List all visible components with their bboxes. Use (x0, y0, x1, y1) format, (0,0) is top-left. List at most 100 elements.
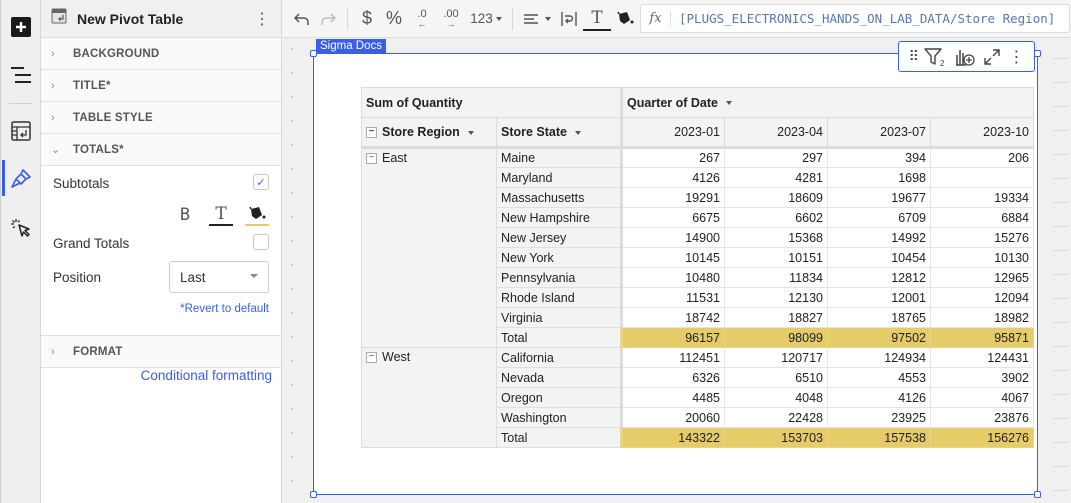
section-totals[interactable]: ⌄ TOTALS* (41, 134, 281, 166)
state-cell[interactable]: Oregon (496, 387, 622, 408)
text-color-icon[interactable]: T (209, 204, 233, 226)
value-cell[interactable]: 1698 (827, 167, 931, 188)
increase-decimals-icon[interactable]: .00 → (436, 5, 466, 33)
value-cell[interactable]: 10480 (620, 267, 725, 288)
value-cell[interactable]: 6602 (724, 207, 828, 228)
subtotal-cell[interactable]: 97502 (827, 327, 931, 348)
filter-icon[interactable]: 2 (924, 45, 946, 69)
value-cell[interactable]: 6675 (620, 207, 725, 228)
subtotal-cell[interactable]: 95871 (930, 327, 1034, 348)
state-cell[interactable]: New York (496, 247, 622, 268)
bold-icon[interactable]: B (173, 204, 197, 226)
text-color-icon[interactable]: T (583, 7, 611, 31)
value-cell[interactable]: 4048 (724, 387, 828, 408)
column-header[interactable]: 2023-01 (620, 117, 725, 149)
value-cell[interactable]: 267 (620, 147, 725, 168)
value-cell[interactable]: 12130 (724, 287, 828, 308)
collapse-icon[interactable]: − (366, 352, 377, 364)
column-field-header[interactable]: Quarter of Date (620, 87, 1034, 118)
value-cell[interactable]: 124934 (827, 347, 931, 368)
state-cell[interactable]: Rhode Island (496, 287, 622, 308)
value-cell[interactable]: 6326 (620, 367, 725, 388)
value-cell[interactable]: 15368 (724, 227, 828, 248)
value-cell[interactable]: 18742 (620, 307, 725, 328)
state-cell[interactable]: Washington (496, 407, 622, 428)
value-cell[interactable]: 18827 (724, 307, 828, 328)
row-field-store-region[interactable]: − Store Region (361, 117, 497, 149)
value-cell[interactable]: 15276 (930, 227, 1034, 248)
value-cell[interactable]: 11834 (724, 267, 828, 288)
element-tag[interactable]: Sigma Docs (316, 39, 386, 53)
value-cell[interactable]: 19677 (827, 187, 931, 208)
state-cell[interactable]: New Jersey (496, 227, 622, 248)
state-cell[interactable]: Pennsylvania (496, 267, 622, 288)
value-cell[interactable]: 112451 (620, 347, 725, 368)
percent-icon[interactable]: % (380, 5, 408, 33)
value-cell[interactable]: 14992 (827, 227, 931, 248)
section-title[interactable]: › TITLE* (41, 70, 281, 102)
subtotal-cell[interactable]: 96157 (620, 327, 725, 348)
state-cell[interactable]: Maryland (496, 167, 622, 188)
subtotal-cell[interactable]: 157538 (827, 427, 931, 448)
pivot-table-icon[interactable] (9, 119, 33, 143)
value-cell[interactable]: 120717 (724, 347, 828, 368)
value-cell[interactable]: 19334 (930, 187, 1034, 208)
value-cell[interactable]: 18765 (827, 307, 931, 328)
outline-icon[interactable] (9, 63, 33, 87)
value-cell[interactable]: 10454 (827, 247, 931, 268)
subtotal-cell[interactable]: 143322 (620, 427, 725, 448)
revert-to-default-link[interactable]: *Revert to default (180, 303, 269, 315)
number-format-dropdown[interactable]: 123 (466, 5, 506, 33)
subtotal-cell[interactable]: 156276 (930, 427, 1034, 448)
drag-handle-icon[interactable]: ⠿ (909, 45, 919, 69)
align-dropdown[interactable] (519, 5, 555, 33)
redo-icon[interactable] (315, 5, 341, 33)
undo-icon[interactable] (289, 5, 315, 33)
add-chart-icon[interactable] (954, 45, 976, 69)
decrease-decimals-icon[interactable]: .0 ← (408, 5, 436, 33)
value-cell[interactable]: 23925 (827, 407, 931, 428)
formula-input[interactable]: [PLUGS_ELECTRONICS_HANDS_ON_LAB_DATA/Sto… (671, 11, 1055, 26)
value-cell[interactable]: 22428 (724, 407, 828, 428)
state-cell[interactable]: California (496, 347, 622, 368)
expand-icon[interactable] (983, 45, 1001, 69)
value-cell[interactable]: 23876 (930, 407, 1034, 428)
value-cell[interactable]: 18609 (724, 187, 828, 208)
state-cell[interactable]: New Hampshire (496, 207, 622, 228)
value-cell[interactable]: 14900 (620, 227, 725, 248)
resize-handle[interactable] (1034, 491, 1041, 498)
value-cell[interactable]: 12001 (827, 287, 931, 308)
value-cell[interactable]: 12094 (930, 287, 1034, 308)
more-options-icon[interactable]: ⋮ (1008, 45, 1024, 69)
value-cell[interactable]: 20060 (620, 407, 725, 428)
value-cell[interactable]: 124431 (930, 347, 1034, 368)
fill-color-icon[interactable] (245, 204, 269, 226)
state-cell[interactable]: Maine (496, 147, 622, 168)
value-cell[interactable]: 4485 (620, 387, 725, 408)
resize-handle[interactable] (310, 491, 317, 498)
resize-handle[interactable] (1034, 50, 1041, 57)
value-cell[interactable]: 394 (827, 147, 931, 168)
caret-down-icon[interactable] (467, 130, 474, 135)
value-cell[interactable]: 6510 (724, 367, 828, 388)
value-cell[interactable]: 297 (724, 147, 828, 168)
state-cell[interactable]: Massachusetts (496, 187, 622, 208)
value-cell[interactable]: 4126 (827, 387, 931, 408)
collapse-icon[interactable]: − (366, 127, 377, 139)
column-header[interactable]: 2023-10 (930, 117, 1034, 149)
currency-icon[interactable]: $ (354, 5, 380, 33)
subtotal-cell[interactable]: 153703 (724, 427, 828, 448)
subtotals-checkbox[interactable]: ✓ (253, 174, 269, 190)
value-cell[interactable]: 10145 (620, 247, 725, 268)
column-header[interactable]: 2023-07 (827, 117, 931, 149)
grand-totals-checkbox[interactable] (253, 234, 269, 250)
value-cell[interactable]: 6709 (827, 207, 931, 228)
section-format[interactable]: › FORMAT (41, 336, 281, 368)
region-cell[interactable]: − West (361, 347, 497, 448)
format-brush-icon[interactable] (9, 167, 33, 191)
resize-handle[interactable] (310, 50, 317, 57)
state-cell[interactable]: Nevada (496, 367, 622, 388)
subtotal-cell[interactable]: 98099 (724, 327, 828, 348)
caret-down-icon[interactable] (575, 130, 581, 135)
text-wrap-icon[interactable] (555, 5, 583, 33)
